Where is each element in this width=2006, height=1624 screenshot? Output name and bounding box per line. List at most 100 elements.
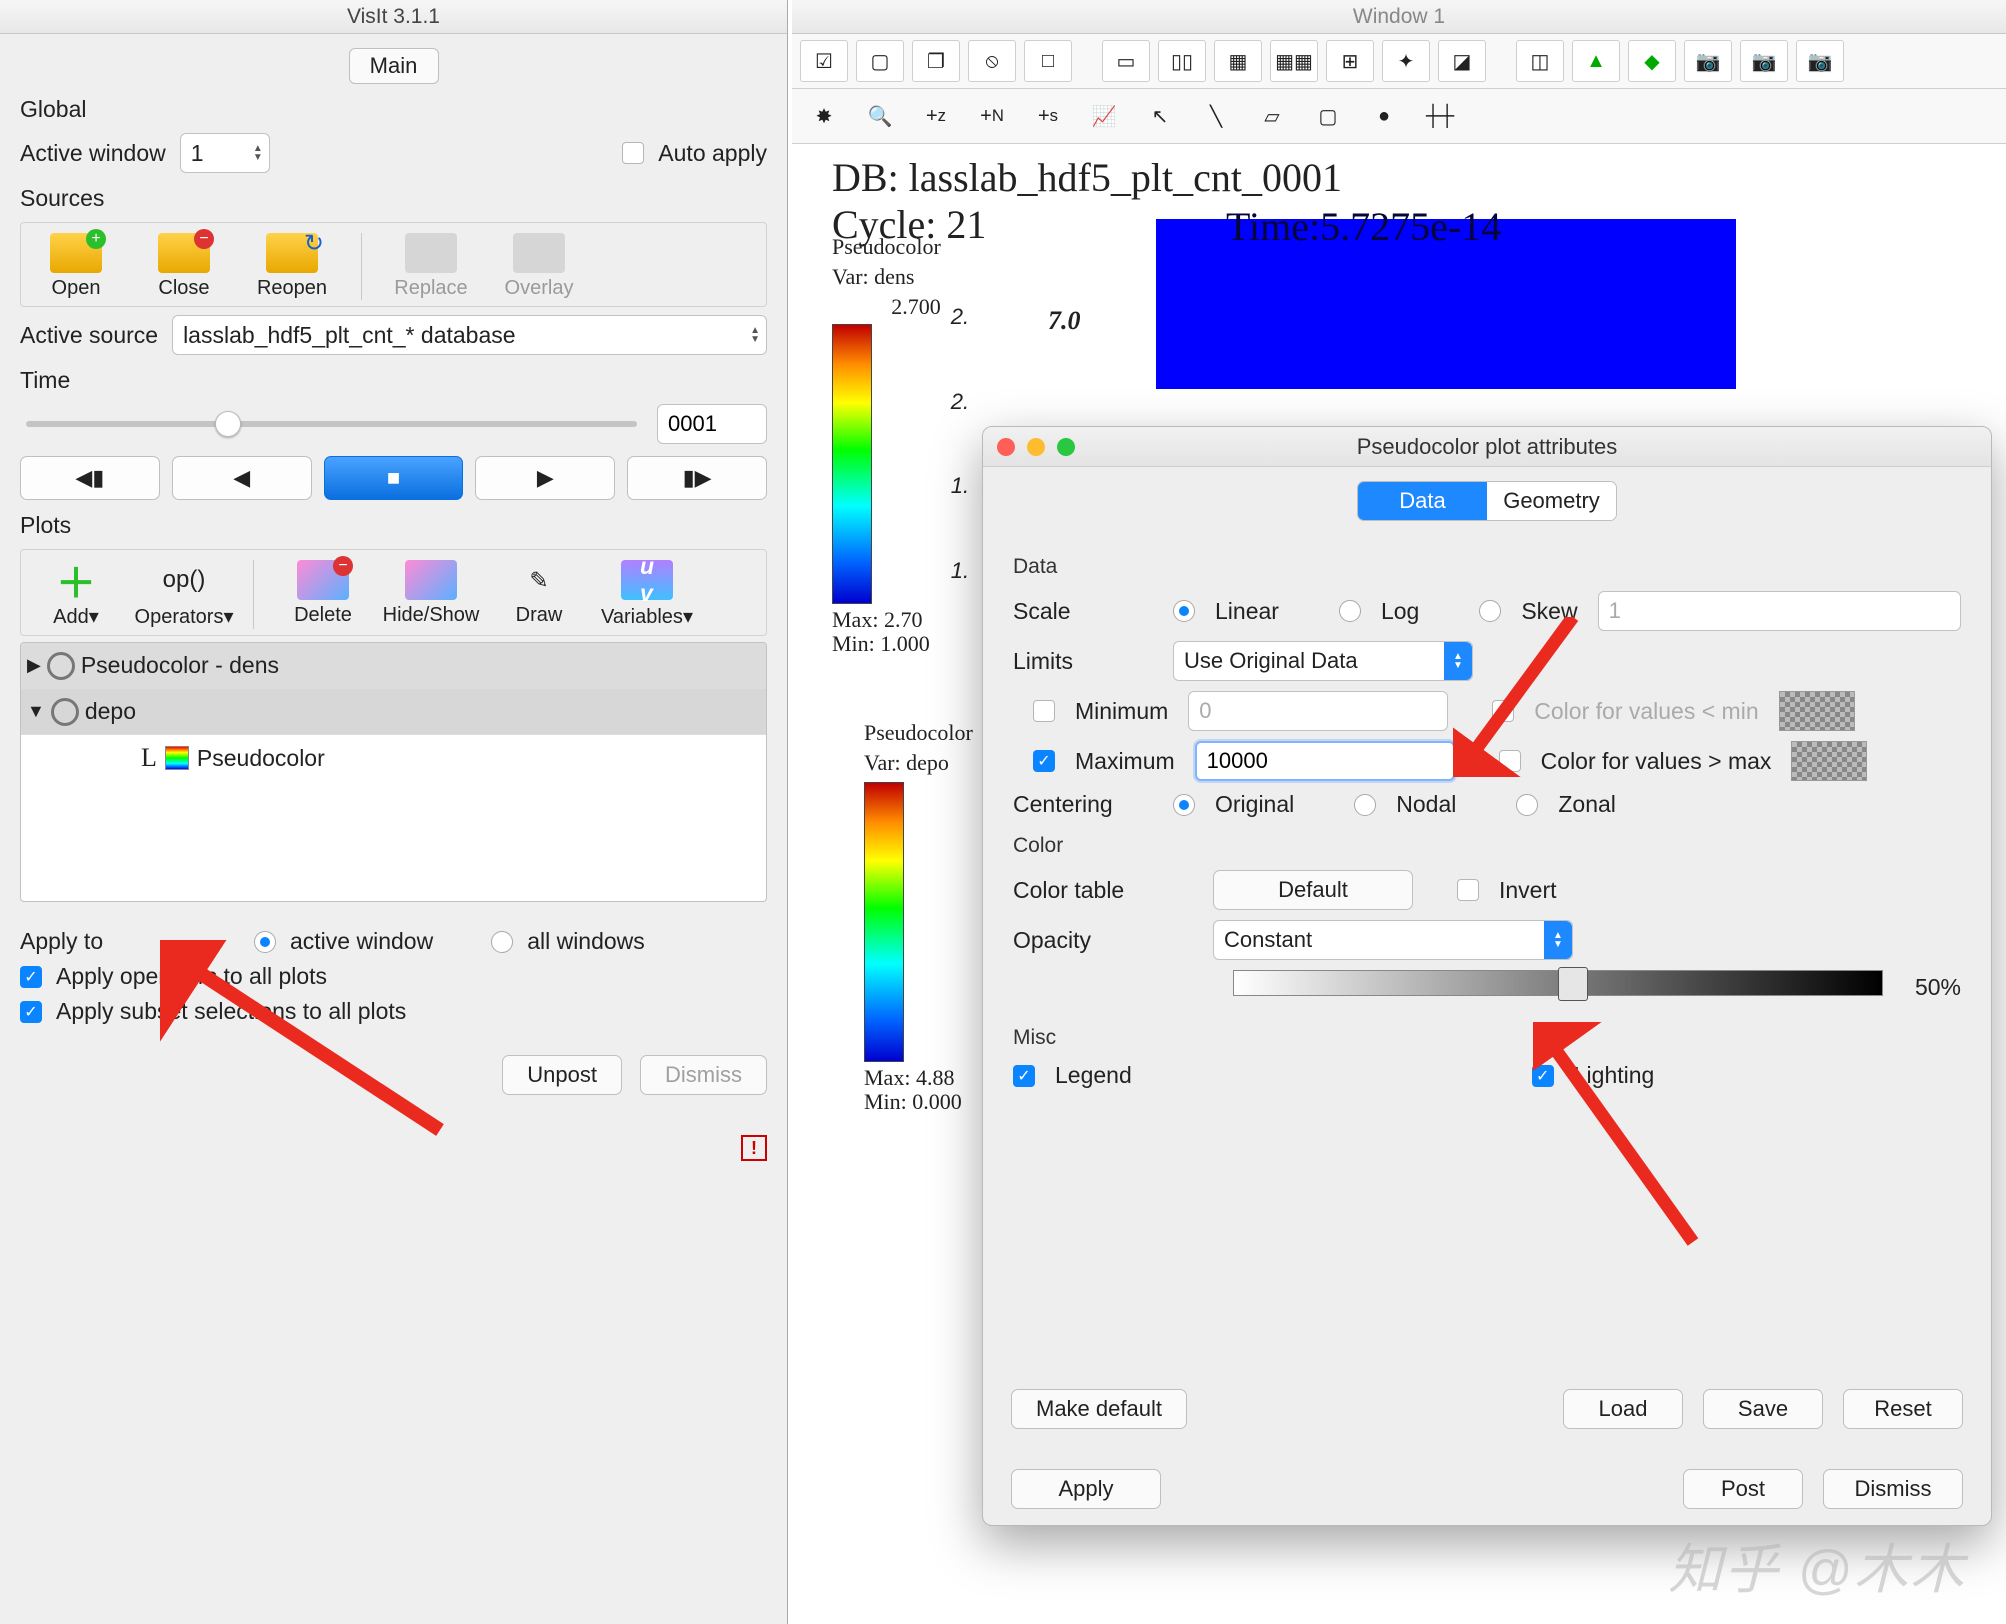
tb-spin-icon[interactable]: ✦ <box>1382 40 1430 82</box>
tb-box-icon[interactable]: ▢ <box>1304 95 1352 137</box>
centering-zonal-radio[interactable] <box>1516 794 1538 816</box>
open-button[interactable]: +Open <box>31 233 121 300</box>
plot-subrow-pseudocolor[interactable]: L Pseudocolor <box>21 735 766 781</box>
tb-add-n-icon[interactable]: +N <box>968 95 1016 137</box>
collapse-icon[interactable]: ▼ <box>27 701 45 722</box>
tb-layout2x2-icon[interactable]: ▦ <box>1214 40 1262 82</box>
expand-icon[interactable]: ▶ <box>27 655 41 676</box>
tab-geometry[interactable]: Geometry <box>1487 482 1616 520</box>
time-input[interactable] <box>657 404 767 444</box>
plot-row-depo[interactable]: ▼ depo <box>21 689 766 735</box>
lighting-checkbox[interactable]: ✓ <box>1532 1065 1554 1087</box>
tab-data[interactable]: Data <box>1358 482 1487 520</box>
reopen-button[interactable]: ↻Reopen <box>247 233 337 300</box>
tb-sphere-icon[interactable]: ● <box>1360 95 1408 137</box>
add-plot-button[interactable]: ＋Add▾ <box>31 560 121 629</box>
transport-next[interactable]: ▶ <box>475 456 615 500</box>
plots-list[interactable]: ▶ Pseudocolor - dens ▼ depo L Pseudocolo… <box>20 642 767 902</box>
auto-apply-checkbox[interactable] <box>622 142 644 164</box>
apply-button[interactable]: Apply <box>1011 1469 1161 1509</box>
tb-add-s-icon[interactable]: +s <box>1024 95 1072 137</box>
close-button[interactable]: −Close <box>139 233 229 300</box>
color-gt-checkbox[interactable] <box>1499 750 1521 772</box>
color-table-button[interactable]: Default <box>1213 870 1413 910</box>
tb-clone-icon[interactable]: ❐ <box>912 40 960 82</box>
opacity-thumb[interactable] <box>1558 967 1588 1001</box>
reset-button[interactable]: Reset <box>1843 1389 1963 1429</box>
tb-axis3d-icon[interactable]: ┼┼ <box>1416 95 1464 137</box>
tb-layout2x1-icon[interactable]: ▯▯ <box>1158 40 1206 82</box>
apply-subset-check[interactable]: ✓ <box>20 1001 42 1023</box>
transport-stop[interactable]: ■ <box>324 456 464 500</box>
centering-nodal-radio[interactable] <box>1354 794 1376 816</box>
zoom-icon[interactable] <box>1057 438 1075 456</box>
dialog-dismiss-button[interactable]: Dismiss <box>1823 1469 1963 1509</box>
tb-invert-icon[interactable]: ◪ <box>1438 40 1486 82</box>
tb-layout1x2-icon[interactable]: ▭ <box>1102 40 1150 82</box>
minimize-icon[interactable] <box>1027 438 1045 456</box>
transport-last[interactable]: ▮▶ <box>627 456 767 500</box>
tb-clear-icon[interactable]: □ <box>1024 40 1072 82</box>
draw-button[interactable]: ✎Draw <box>494 560 584 627</box>
tb-line-icon[interactable]: ╲ <box>1192 95 1240 137</box>
color-lt-checkbox[interactable] <box>1492 700 1514 722</box>
apply-all-radio[interactable] <box>491 931 513 953</box>
tb-bbox-icon[interactable]: ◫ <box>1516 40 1564 82</box>
scale-skew-radio[interactable] <box>1479 600 1501 622</box>
tb-active-win-icon[interactable]: ☑ <box>800 40 848 82</box>
time-slider-thumb[interactable] <box>215 411 241 437</box>
scale-log-radio[interactable] <box>1339 600 1361 622</box>
legend-checkbox[interactable]: ✓ <box>1013 1065 1035 1087</box>
tb-green1-icon[interactable]: ▲ <box>1572 40 1620 82</box>
dialog-tabs[interactable]: Data Geometry <box>1357 481 1617 521</box>
load-button[interactable]: Load <box>1563 1389 1683 1429</box>
close-icon[interactable] <box>997 438 1015 456</box>
invert-checkbox[interactable] <box>1457 879 1479 901</box>
operators-button[interactable]: op()Operators▾ <box>139 560 229 629</box>
tb-layout3x3-icon[interactable]: ⊞ <box>1326 40 1374 82</box>
color-lt-swatch[interactable] <box>1779 691 1855 731</box>
tb-new-win-icon[interactable]: ▢ <box>856 40 904 82</box>
plot-row-dens[interactable]: ▶ Pseudocolor - dens <box>21 643 766 689</box>
minimum-checkbox[interactable] <box>1033 700 1055 722</box>
active-window-combo[interactable]: 1 ▲▼ <box>180 133 270 173</box>
maximum-input[interactable] <box>1195 741 1455 781</box>
tb-camera2-icon[interactable]: 📷 <box>1740 40 1788 82</box>
skew-input[interactable] <box>1598 591 1961 631</box>
color-gt-swatch[interactable] <box>1791 741 1867 781</box>
hideshow-button[interactable]: Hide/Show <box>386 560 476 627</box>
minimum-input[interactable] <box>1188 691 1448 731</box>
tb-hzoom-icon[interactable]: +z <box>912 95 960 137</box>
maximum-checkbox[interactable]: ✓ <box>1033 750 1055 772</box>
transport-prev[interactable]: ◀ <box>172 456 312 500</box>
apply-ops-check[interactable]: ✓ <box>20 966 42 988</box>
main-tab[interactable]: Main <box>349 48 439 84</box>
scale-linear-radio[interactable] <box>1173 600 1195 622</box>
dialog-titlebar[interactable]: Pseudocolor plot attributes <box>983 427 1991 467</box>
apply-active-radio[interactable] <box>254 931 276 953</box>
limits-select[interactable]: Use Original Data▲▼ <box>1173 641 1473 681</box>
transport-first[interactable]: ◀▮ <box>20 456 160 500</box>
tb-camera3-icon[interactable]: 📷 <box>1796 40 1844 82</box>
tb-layout3x2-icon[interactable]: ▦▦ <box>1270 40 1318 82</box>
variables-button[interactable]: uvVariables▾ <box>602 560 692 629</box>
opacity-slider[interactable] <box>1233 970 1883 996</box>
tb-camera1-icon[interactable]: 📷 <box>1684 40 1732 82</box>
tb-zoom-icon[interactable]: 🔍 <box>856 95 904 137</box>
active-source-combo[interactable]: lasslab_hdf5_plt_cnt_* database ▲▼ <box>172 315 767 355</box>
make-default-button[interactable]: Make default <box>1011 1389 1187 1429</box>
traffic-lights[interactable] <box>997 438 1075 456</box>
tb-delete-icon[interactable]: ⦸ <box>968 40 1016 82</box>
tb-lineout-icon[interactable]: 📈 <box>1080 95 1128 137</box>
time-slider[interactable] <box>26 421 637 427</box>
opacity-select[interactable]: Constant▲▼ <box>1213 920 1573 960</box>
tb-nav-icon[interactable]: ✸ <box>800 95 848 137</box>
tb-green2-icon[interactable]: ◆ <box>1628 40 1676 82</box>
post-button[interactable]: Post <box>1683 1469 1803 1509</box>
tb-plane-icon[interactable]: ▱ <box>1248 95 1296 137</box>
tb-pick-icon[interactable]: ↖ <box>1136 95 1184 137</box>
centering-original-radio[interactable] <box>1173 794 1195 816</box>
unpost-button[interactable]: Unpost <box>502 1055 622 1095</box>
delete-plot-button[interactable]: −Delete <box>278 560 368 627</box>
save-button[interactable]: Save <box>1703 1389 1823 1429</box>
